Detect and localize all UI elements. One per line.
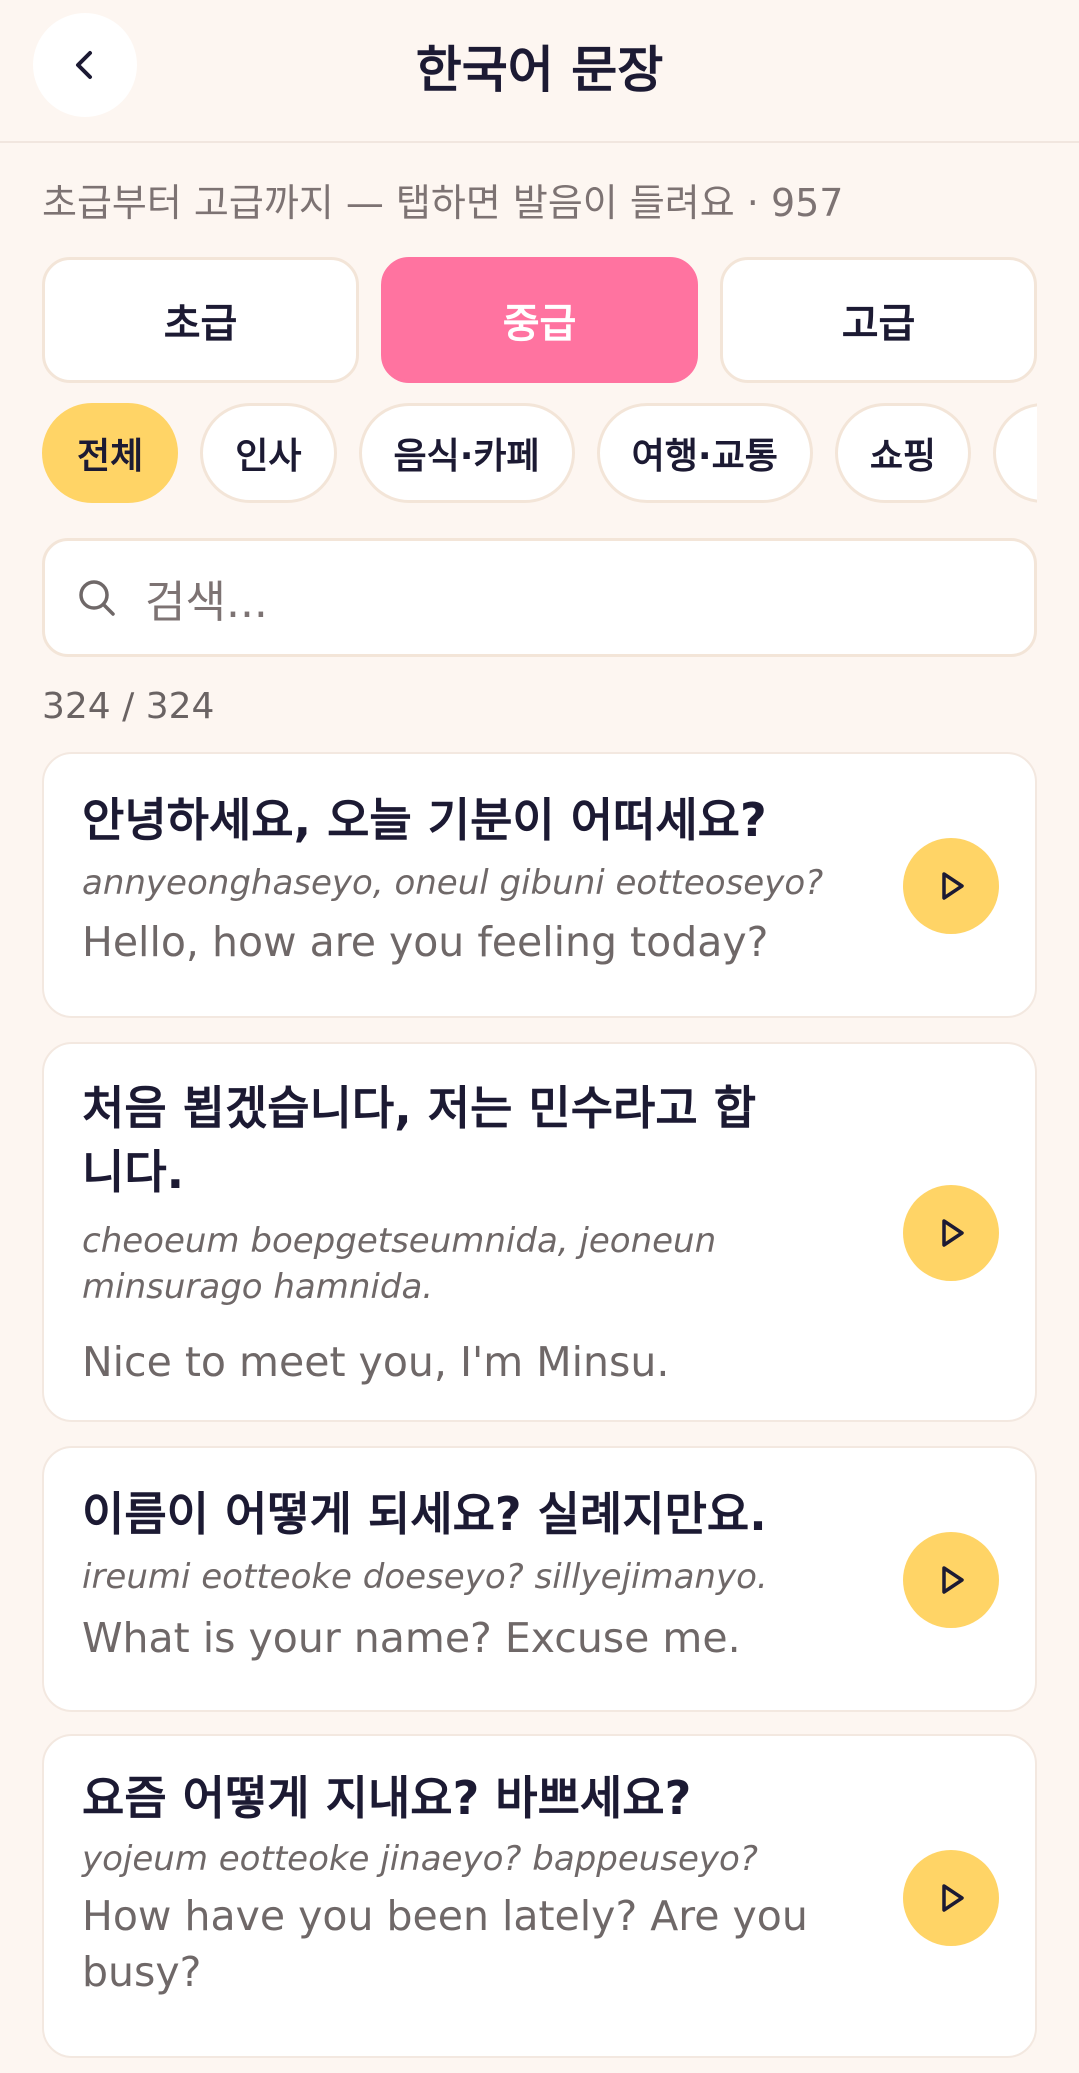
romanization-text: yojeum eotteoke jinaeyo? bappeuseyo? xyxy=(82,1839,758,1879)
result-count: 324 / 324 xyxy=(42,686,215,727)
page-subtitle: 초급부터 고급까지 — 탭하면 발음이 들려요 · 957 xyxy=(42,181,844,225)
korean-text: 요즘 어떻게 지내요? 바쁘세요? xyxy=(82,1771,692,1825)
romanization-text: annyeonghaseyo, oneul gibuni eotteoseyo? xyxy=(82,863,824,903)
search-placeholder: 검색... xyxy=(145,576,268,628)
chip-all[interactable]: 전체 xyxy=(42,403,179,503)
play-icon xyxy=(942,872,964,900)
page-title: 한국어 문장 xyxy=(415,41,664,99)
korean-text: 안녕하세요, 오늘 기분이 어떠세요? xyxy=(82,793,767,847)
tab-level-beginner[interactable]: 초급 xyxy=(42,257,359,383)
chip-more[interactable] xyxy=(993,403,1037,503)
sentence-card[interactable]: 처음 뵙겠습니다, 저는 민수라고 합니다. cheoeum boepgetse… xyxy=(42,1042,1037,1422)
english-text: Nice to meet you, I'm Minsu. xyxy=(82,1338,670,1386)
play-button[interactable] xyxy=(903,1532,999,1628)
tab-level-intermediate[interactable]: 중급 xyxy=(381,257,698,383)
app-header: 한국어 문장 xyxy=(0,0,1079,143)
chip-travel-transport[interactable]: 여행·교통 xyxy=(596,403,813,503)
play-icon xyxy=(942,1219,964,1247)
romanization-text: ireumi eotteoke doeseyo? sillyejimanyo. xyxy=(82,1557,768,1597)
play-button[interactable] xyxy=(903,1185,999,1281)
search-icon xyxy=(79,579,115,616)
english-text: Hello, how are you feeling today? xyxy=(82,918,769,966)
sentence-card[interactable]: 요즘 어떻게 지내요? 바쁘세요? yojeum eotteoke jinaey… xyxy=(42,1734,1037,2058)
play-button[interactable] xyxy=(903,838,999,934)
sentence-card[interactable]: 안녕하세요, 오늘 기분이 어떠세요? annyeonghaseyo, oneu… xyxy=(42,752,1037,1018)
korean-text: 처음 뵙겠습니다, 저는 민수라고 합니다. xyxy=(82,1081,757,1199)
tab-level-advanced[interactable]: 고급 xyxy=(720,257,1037,383)
level-tabs: 초급 중급 고급 xyxy=(42,257,1037,383)
play-icon xyxy=(942,1884,964,1912)
play-icon xyxy=(942,1566,964,1594)
search-input[interactable]: 검색... xyxy=(42,538,1037,657)
english-text: How have you been lately? Are you busy? xyxy=(82,1892,808,1996)
english-text: What is your name? Excuse me. xyxy=(82,1614,741,1662)
chip-greetings[interactable]: 인사 xyxy=(200,403,337,503)
category-chips: 전체 인사 음식·카페 여행·교통 쇼핑 xyxy=(42,403,1037,507)
play-button[interactable] xyxy=(903,1850,999,1946)
chip-food-cafe[interactable]: 음식·카페 xyxy=(358,403,575,503)
romanization-text: cheoeum boepgetseumnida, jeoneun minsura… xyxy=(82,1221,717,1307)
korean-text: 이름이 어떻게 되세요? 실례지만요. xyxy=(82,1487,767,1541)
sentence-card[interactable]: 이름이 어떻게 되세요? 실례지만요. ireumi eotteoke does… xyxy=(42,1446,1037,1712)
chip-shopping[interactable]: 쇼핑 xyxy=(834,403,972,503)
